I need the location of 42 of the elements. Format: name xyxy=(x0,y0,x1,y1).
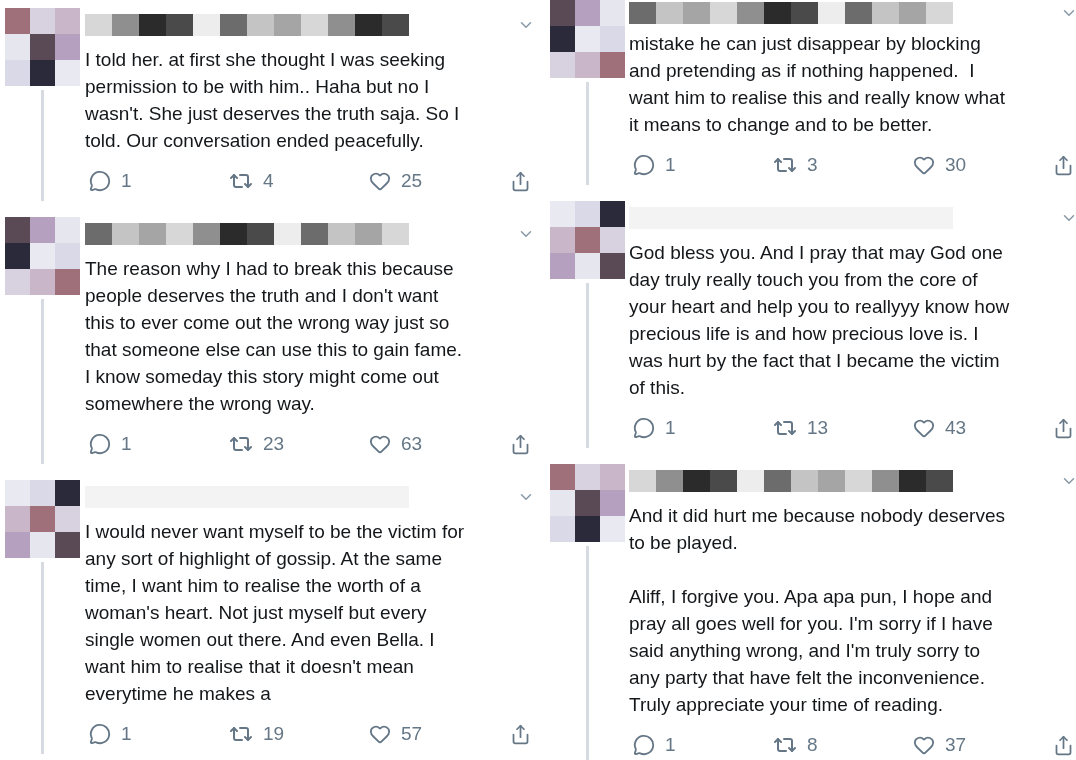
like-count: 25 xyxy=(401,170,423,192)
reply-count: 1 xyxy=(665,417,676,439)
tweet-text: And it did hurt me because nobody deserves to be played. Aliff, I forgive you. Apa apa pun, I hope and pray all goes well for you. I'm sorry if I have said anything wrong, and I'm truly sorry to any party that have felt the inconvenience. Truly appreciate your time of reading. xyxy=(629,504,1006,717)
like-icon[interactable] xyxy=(913,154,935,176)
reply-icon[interactable] xyxy=(89,170,111,192)
reply-icon[interactable] xyxy=(633,417,655,439)
like-icon[interactable] xyxy=(369,723,391,745)
share-icon[interactable] xyxy=(510,433,531,455)
like-count: 43 xyxy=(945,417,967,439)
retweet-count: 13 xyxy=(807,417,829,439)
reply-count: 1 xyxy=(121,433,132,455)
like-count: 57 xyxy=(401,723,423,745)
retweet-count: 3 xyxy=(807,154,818,176)
tweet-text: mistake he can just disappear by blocking and pretending as if nothing happened. I want him to realise this and really know what it means to change and to be better. xyxy=(629,32,1006,137)
reply-icon[interactable] xyxy=(633,734,655,756)
like-icon[interactable] xyxy=(913,417,935,439)
reply-count: 1 xyxy=(121,170,132,192)
like-icon[interactable] xyxy=(913,734,935,756)
share-icon[interactable] xyxy=(1053,154,1074,176)
share-icon[interactable] xyxy=(510,170,531,192)
tweet-text: I told her. at first she thought I was seeking permission to be with him.. Haha but no I wasn't. She just deserves the truth saja. So I told. Our conversation ended peacefully. xyxy=(85,48,461,153)
share-icon[interactable] xyxy=(1053,417,1074,439)
reply-count: 1 xyxy=(121,723,132,745)
like-icon[interactable] xyxy=(369,433,391,455)
reply-count: 1 xyxy=(665,734,676,756)
share-icon[interactable] xyxy=(510,723,531,745)
like-count: 63 xyxy=(401,433,423,455)
tweet-text: The reason why I had to break this because people deserves the truth and I don't want this to ever come out the wrong way just so that someone else can use this to gain fame. I know someday this story might come out somewhere the wrong way. xyxy=(85,257,464,416)
retweet-count: 19 xyxy=(263,723,285,745)
share-icon[interactable] xyxy=(1053,734,1074,756)
retweet-count: 4 xyxy=(263,170,274,192)
tweet-text: God bless you. And I pray that may God one day truly really touch you from the core of your heart and help you to reallyyy know how precious life is and how precious love is. I was hurt by the fact that I became the victim of this. xyxy=(629,241,1011,400)
retweet-count: 23 xyxy=(263,433,285,455)
reply-count: 1 xyxy=(665,154,676,176)
like-count: 30 xyxy=(945,154,967,176)
reply-icon[interactable] xyxy=(633,154,655,176)
tweet-text: I would never want myself to be the victim for any sort of highlight of gossip. At the same time, I want him to realise the worth of a woman's heart. Not just myself but every single women out there. And even Bella. I want him to realise that it doesn't mean everytime he makes a xyxy=(85,520,466,706)
like-icon[interactable] xyxy=(369,170,391,192)
retweet-count: 8 xyxy=(807,734,818,756)
reply-icon[interactable] xyxy=(89,433,111,455)
reply-icon[interactable] xyxy=(89,723,111,745)
like-count: 37 xyxy=(945,734,967,756)
